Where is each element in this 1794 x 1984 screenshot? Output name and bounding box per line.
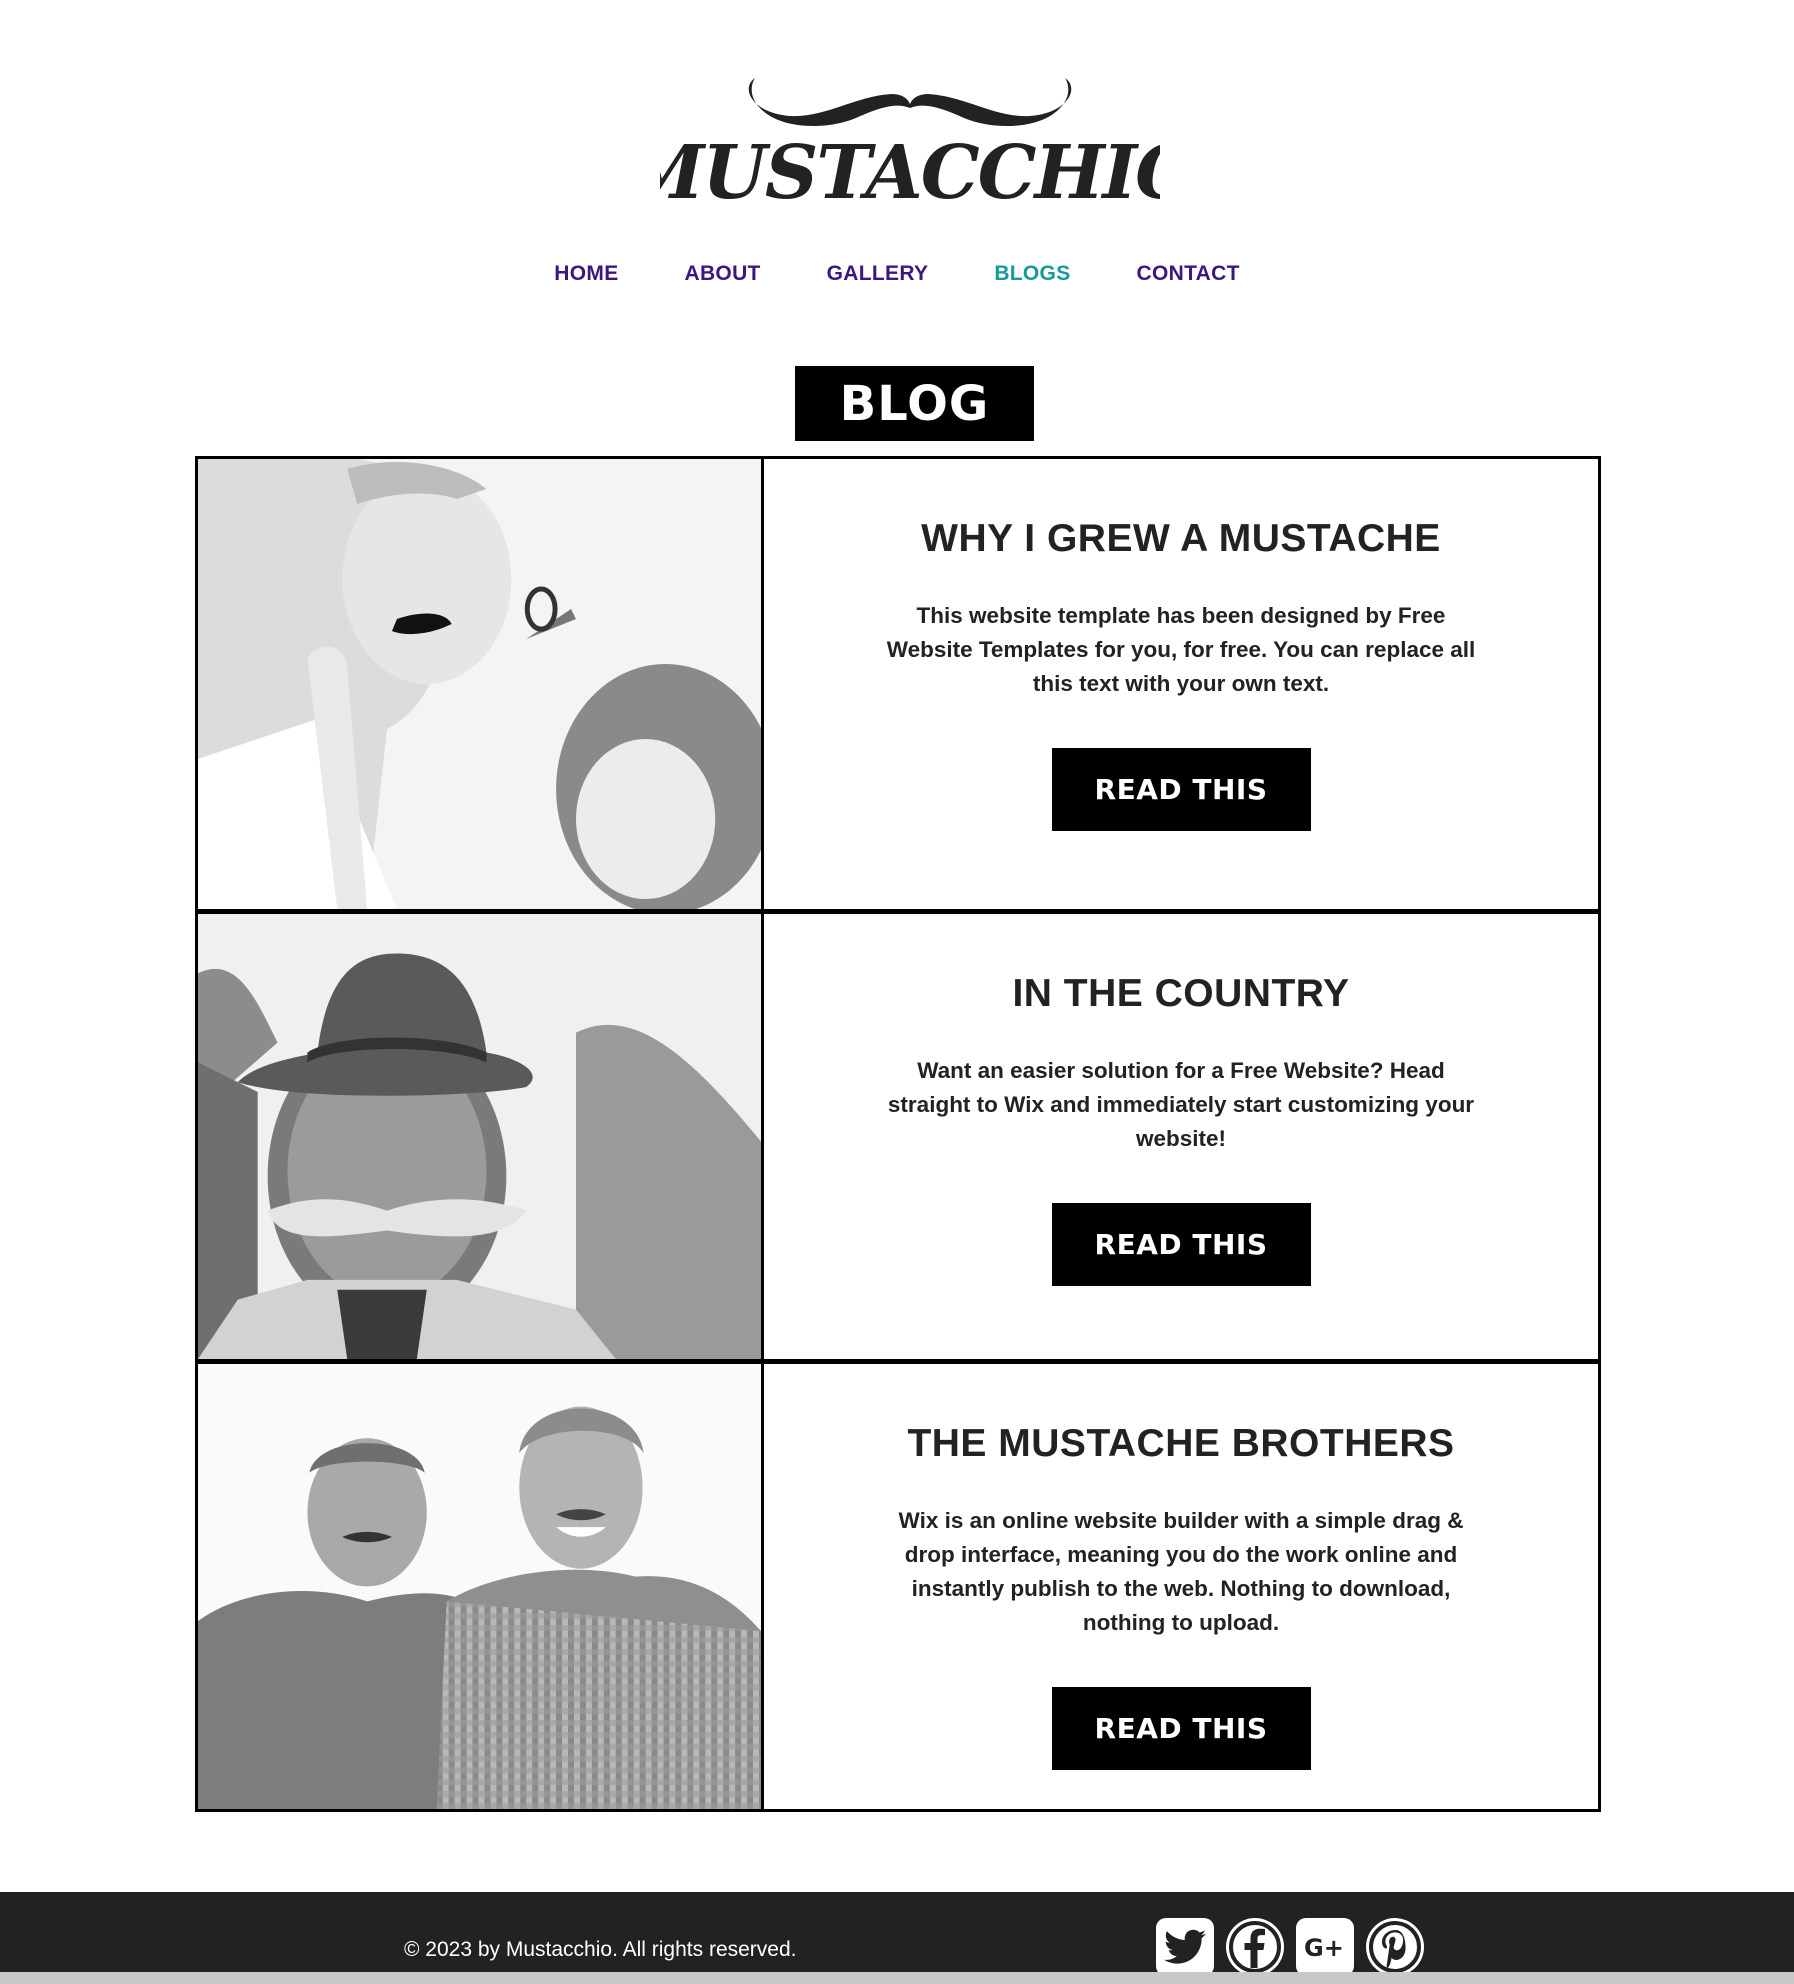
post-content: IN THE COUNTRY Want an easier solution f… [764,914,1598,1359]
pinterest-icon[interactable] [1366,1918,1424,1976]
nav-about[interactable]: ABOUT [652,262,794,286]
blog-list: WHY I GREW A MUSTACHE This website templ… [195,456,1601,1812]
blog-post: IN THE COUNTRY Want an easier solution f… [198,909,1598,1359]
post-image-old-man-with-hat [198,914,764,1359]
post-excerpt: Want an easier solution for a Free Websi… [887,1058,1475,1151]
blog-post: WHY I GREW A MUSTACHE This website templ… [198,459,1598,909]
post-image-mustache-brothers [198,1364,764,1809]
site-footer: © 2023 by Mustacchio. All rights reserve… [0,1892,1794,1984]
post-title[interactable]: WHY I GREW A MUSTACHE [921,517,1441,561]
nav-blogs[interactable]: BLOGS [961,262,1103,286]
nav-contact[interactable]: CONTACT [1104,262,1273,286]
post-excerpt: Wix is an online website builder with a … [898,1508,1464,1635]
read-this-button[interactable]: READ THIS [1051,1687,1311,1770]
blog-post: THE MUSTACHE BROTHERS Wix is an online w… [198,1359,1598,1809]
site-logo[interactable]: MUSTACCHIO [660,58,1160,218]
post-title[interactable]: IN THE COUNTRY [1012,972,1349,1016]
logo-text: MUSTACCHIO [660,130,1160,216]
facebook-icon[interactable] [1226,1918,1284,1976]
bottom-scroll-strip [0,1972,1794,1984]
copyright-text: © 2023 by Mustacchio. All rights reserve… [404,1938,797,1961]
twitter-icon[interactable] [1156,1918,1214,1976]
page-title: BLOG [795,366,1034,441]
read-this-button[interactable]: READ THIS [1051,748,1311,831]
main-nav: HOME ABOUT GALLERY BLOGS CONTACT [0,262,1794,286]
nav-home[interactable]: HOME [521,262,651,286]
svg-text:G+: G+ [1304,1934,1344,1962]
post-content: THE MUSTACHE BROTHERS Wix is an online w… [764,1364,1598,1809]
post-title[interactable]: THE MUSTACHE BROTHERS [907,1422,1454,1466]
nav-gallery[interactable]: GALLERY [794,262,962,286]
google-plus-icon[interactable]: G+ [1296,1918,1354,1976]
social-links: G+ [1156,1918,1424,1976]
post-image-girl-trimming-mustache [198,459,764,909]
post-content: WHY I GREW A MUSTACHE This website templ… [764,459,1598,909]
read-this-button[interactable]: READ THIS [1051,1203,1311,1286]
post-excerpt: This website template has been designed … [886,603,1476,696]
